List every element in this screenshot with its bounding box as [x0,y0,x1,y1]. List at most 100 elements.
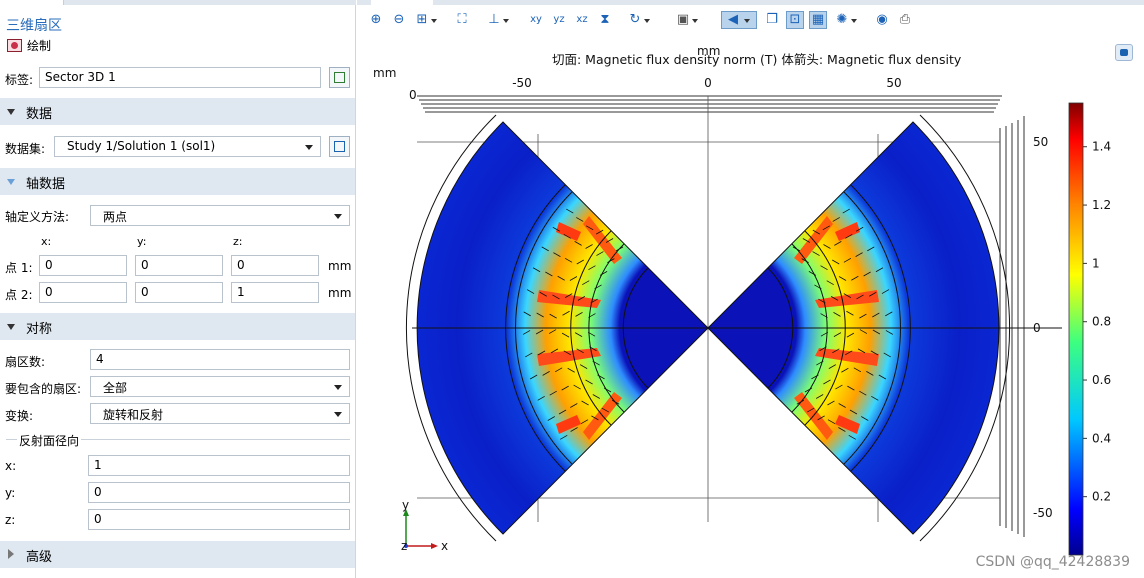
graphics-tab[interactable] [371,0,433,5]
top-tick-neg50: -50 [512,76,532,90]
colorbar-tick-label: 0.2 [1092,490,1111,504]
colorbar-tick-label: 0.4 [1092,431,1111,445]
plot-icon [7,39,22,52]
reflection-x-input[interactable]: 1 [88,455,350,476]
axis-method-value: 两点 [103,210,128,224]
point1-x-input[interactable]: 0 [39,255,127,276]
reflection-x-caption: x: [5,459,17,473]
point2-caption: 点 2: [5,288,33,302]
view-options-icon[interactable]: ▣ [674,11,698,29]
settings-tab[interactable] [0,0,64,5]
zoom-out-icon[interactable]: ⊖ [390,11,408,29]
section-symmetry[interactable]: 对称 [0,313,355,340]
section-axis-data[interactable]: 轴数据 [0,168,355,195]
point2-z-input[interactable]: 1 [231,282,319,303]
coord-header-y: y: [137,235,147,248]
dataset-select[interactable]: Study 1/Solution 1 (sol1) [54,136,321,157]
top-tick-0: 0 [704,76,712,90]
zx-view-icon[interactable]: xz [573,11,591,29]
transparency-icon[interactable]: ❐ [763,11,781,29]
reflection-z-input[interactable]: 0 [88,509,350,530]
unit-label-mm: mm [373,66,396,80]
reflection-y-input[interactable]: 0 [88,482,350,503]
panel-title: 三维扇区 [6,18,62,34]
sector-count-caption: 扇区数: [5,355,46,369]
section-advanced-title: 高级 [26,550,53,565]
colorbar-tick-label: 1.2 [1092,198,1111,212]
label-caption: 标签: [5,73,34,87]
plot-area[interactable]: 切面: Magnetic flux density norm (T) 体箭头: … [357,36,1144,578]
section-advanced[interactable]: 高级 [0,541,355,568]
colorbar-ticks: 1.4 1.2 1 0.8 0.6 0.4 0.2 [1083,140,1111,504]
triad-x-label: x [441,539,448,553]
xy-view-icon[interactable]: xy [527,11,545,29]
yz-view-icon[interactable]: yz [550,11,568,29]
point2-x-input[interactable]: 0 [39,282,127,303]
chevron-down-icon [334,385,342,390]
colorbar-tick-label: 0.8 [1092,315,1111,329]
right-tick-50: 50 [1033,135,1048,149]
chevron-down-icon [334,214,342,219]
collapse-arrow-icon [7,109,15,115]
go-to-view-icon[interactable]: ⧗ [596,11,614,29]
graphics-window: ⊕ ⊖ ⊞ ⛶ ⊥ xy yz xz ⧗ ↻ ▣ ◀ ❐ ⊡ ▦ ✺ ◉ ⎙ 切… [357,0,1144,578]
collapse-arrow-icon [7,324,15,330]
reflection-group-title: 反射面径向 [17,432,82,449]
triad-y-label: y [402,498,409,512]
sectors-included-select[interactable]: 全部 [90,376,350,397]
transform-select[interactable]: 旋转和反射 [90,403,350,424]
graphics-toolbar: ⊕ ⊖ ⊞ ⛶ ⊥ xy yz xz ⧗ ↻ ▣ ◀ ❐ ⊡ ▦ ✺ ◉ ⎙ [357,6,1144,36]
zoom-in-icon[interactable]: ⊕ [367,11,385,29]
expand-arrow-icon [8,549,14,559]
camera-icon[interactable]: ◉ [873,11,891,29]
zoom-box-icon[interactable]: ⊞ [413,11,437,29]
section-data[interactable]: 数据 [0,98,355,125]
goto-source-icon [334,141,345,152]
top-axis-zero: 0 [409,88,417,102]
reflection-y-caption: y: [5,486,16,500]
graphics-tab-strip [357,0,1144,5]
triad-z-label: z [401,539,407,553]
label-edit-button[interactable] [329,67,350,88]
sector-count-input[interactable]: 4 [90,349,350,370]
select-icon[interactable]: ◀ [721,11,757,29]
plot-button[interactable]: 绘制 [7,37,51,54]
label-input[interactable]: Sector 3D 1 [39,67,321,88]
point1-caption: 点 1: [5,261,33,275]
right-ruler-lines [999,116,1025,537]
axis-method-caption: 轴定义方法: [5,210,70,224]
section-axis-data-title: 轴数据 [26,177,66,192]
coord-header-z: z: [233,235,243,248]
watermark: CSDN @qq_42428839 [975,554,1130,570]
top-tick-50: 50 [886,76,901,90]
scene-light-icon[interactable]: ✺ [833,11,857,29]
plot-button-label: 绘制 [27,39,52,53]
axis-triad: y x z [401,498,448,553]
coord-header-x: x: [41,235,52,248]
rotate-icon[interactable]: ↻ [626,11,650,29]
transform-value: 旋转和反射 [103,408,164,422]
colorbar-tick-label: 1.4 [1092,140,1111,154]
point1-unit: mm [328,259,352,273]
chevron-down-icon [305,145,313,150]
grid-icon[interactable]: ▦ [809,11,827,29]
point1-z-input[interactable]: 0 [231,255,319,276]
settings-panel: 三维扇区 绘制 标签: Sector 3D 1 数据 数据集: Study 1/… [0,0,356,578]
collapse-arrow-icon [7,179,15,185]
dataset-goto-button[interactable] [329,136,350,157]
point1-y-input[interactable]: 0 [135,255,223,276]
sectors-included-value: 全部 [103,381,128,395]
view-corner-icon[interactable] [1115,44,1133,61]
colorbar-tick-label: 0.6 [1092,373,1111,387]
print-icon[interactable]: ⎙ [896,11,914,29]
edit-label-icon [334,72,345,83]
right-tick-neg50: -50 [1033,506,1053,520]
axes-icon[interactable]: ⊥ [485,11,509,29]
axis-method-select[interactable]: 两点 [90,205,350,226]
colorbar-tick-label: 1 [1092,256,1100,270]
dataset-caption: 数据集: [5,142,46,156]
scene-toggle-icon[interactable]: ⊡ [786,11,804,29]
zoom-extents-icon[interactable]: ⛶ [453,11,471,29]
section-symmetry-title: 对称 [26,322,53,337]
point2-y-input[interactable]: 0 [135,282,223,303]
